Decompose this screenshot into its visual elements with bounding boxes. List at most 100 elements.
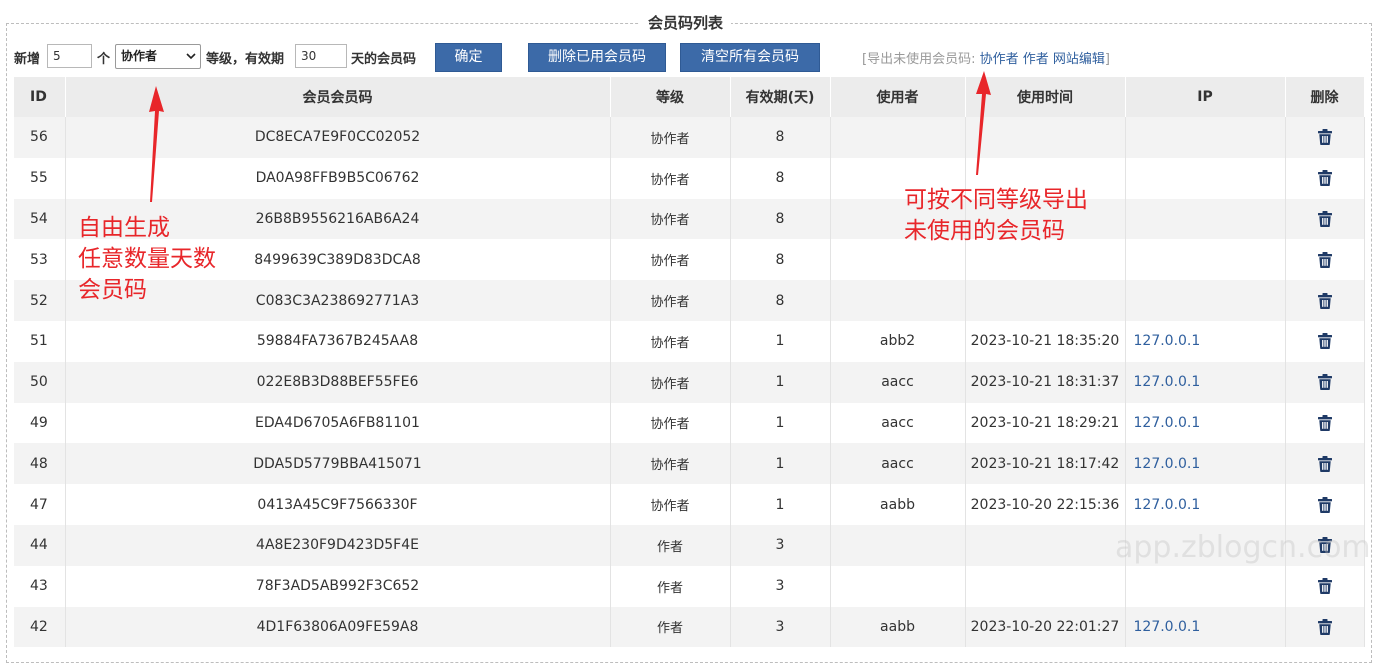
row-level: 协作者 [610, 280, 731, 321]
row-id: 52 [14, 280, 66, 321]
trash-icon[interactable] [1317, 170, 1332, 187]
level-suffix-label: 等级，有效期 [206, 52, 285, 67]
export-link-author[interactable]: 作者 [1023, 52, 1049, 67]
export-link-collaborator[interactable]: 协作者 [980, 52, 1019, 67]
table-row: 49 EDA4D6705A6FB81101 协作者 1 aacc 2023-10-21 1… [14, 402, 1365, 444]
row-code: 0413A45C9F7566330F [65, 484, 611, 525]
level-select[interactable]: 协作者 [115, 44, 201, 69]
count-input[interactable] [47, 44, 92, 68]
trash-icon[interactable] [1317, 251, 1332, 268]
row-id: 44 [14, 524, 66, 566]
row-time [965, 280, 1126, 321]
trash-icon[interactable] [1317, 618, 1332, 635]
unit-label: 个 [97, 52, 111, 67]
row-delete [1285, 484, 1365, 525]
row-id: 51 [14, 320, 66, 362]
row-level: 协作者 [610, 443, 731, 485]
row-delete [1285, 402, 1365, 444]
trash-icon[interactable] [1317, 414, 1332, 431]
trash-icon[interactable] [1317, 129, 1332, 146]
row-days: 3 [730, 565, 831, 607]
table-row: 56 DC8ECA7E9F0CC02052 协作者 8 [14, 117, 1365, 158]
export-prefix: [导出未使用会员码: [862, 52, 976, 67]
row-ip [1125, 198, 1286, 240]
trash-icon[interactable] [1317, 333, 1332, 350]
chevron-down-icon [186, 53, 196, 60]
row-ip: 127.0.0.1 [1125, 361, 1286, 403]
level-select-value: 协作者 [121, 49, 158, 63]
trash-icon[interactable] [1317, 292, 1332, 309]
row-time: 2023-10-21 18:17:42 [965, 443, 1126, 485]
table-row: 48 DDA5D5779BBA415071 协作者 1 aacc 2023-10-21 1… [14, 443, 1365, 485]
annotation-right-line: 可按不同等级导出 [904, 187, 1088, 213]
row-delete [1285, 157, 1365, 199]
annotation-right-line: 未使用的会员码 [904, 218, 1065, 244]
table-row: 47 0413A45C9F7566330F 协作者 1 aabb 2023-10-20 2… [14, 484, 1365, 525]
row-days: 1 [730, 320, 831, 362]
row-level: 作者 [610, 565, 731, 607]
row-time [965, 565, 1126, 607]
row-days: 1 [730, 484, 831, 525]
trash-icon[interactable] [1317, 210, 1332, 227]
row-days: 8 [730, 117, 831, 158]
annotation-arrow-up-icon [976, 71, 991, 175]
table-row: 52 C083C3A238692771A3 协作者 8 [14, 280, 1365, 321]
delete-used-button[interactable]: 删除已用会员码 [528, 43, 666, 72]
row-ip: 127.0.0.1 [1125, 484, 1286, 525]
row-time: 2023-10-21 18:31:37 [965, 361, 1126, 403]
annotation-left-line: 自由生成 [78, 215, 170, 241]
row-ip: 127.0.0.1 [1125, 443, 1286, 485]
row-level: 协作者 [610, 484, 731, 525]
row-ip: 127.0.0.1 [1125, 320, 1286, 362]
clear-all-button[interactable]: 清空所有会员码 [680, 43, 820, 72]
row-id: 49 [14, 402, 66, 444]
row-id: 48 [14, 443, 66, 485]
annotation-left: 自由生成 任意数量天数 会员码 [78, 213, 216, 306]
row-user: aacc [830, 402, 966, 444]
row-user: aabb [830, 606, 966, 648]
row-days: 3 [730, 524, 831, 566]
row-level: 协作者 [610, 239, 731, 281]
row-ip [1125, 565, 1286, 607]
header-user: 使用者 [830, 77, 966, 117]
add-label: 新增 [14, 52, 41, 67]
export-link-editor[interactable]: 网站编辑 [1053, 52, 1105, 67]
row-ip: 127.0.0.1 [1125, 606, 1286, 648]
row-days: 8 [730, 239, 831, 281]
row-days: 1 [730, 361, 831, 403]
trash-icon[interactable] [1317, 455, 1332, 472]
annotation-left-line: 会员码 [78, 277, 147, 303]
row-user: aacc [830, 443, 966, 485]
trash-icon[interactable] [1317, 496, 1332, 513]
row-user: aacc [830, 361, 966, 403]
row-code: DDA5D5779BBA415071 [65, 443, 611, 485]
row-code: 78F3AD5AB992F3C652 [65, 565, 611, 607]
row-user [830, 117, 966, 158]
row-id: 50 [14, 361, 66, 403]
row-level: 协作者 [610, 320, 731, 362]
row-ip [1125, 157, 1286, 199]
row-time: 2023-10-20 22:01:27 [965, 606, 1126, 648]
row-level: 作者 [610, 524, 731, 566]
row-days: 8 [730, 198, 831, 240]
days-input[interactable] [295, 44, 347, 68]
header-ip: IP [1125, 77, 1286, 117]
row-code: 4D1F63806A09FE59A8 [65, 606, 611, 648]
table-row: 50 022E8B3D88BEF55FE6 协作者 1 aacc 2023-10-21 1… [14, 361, 1365, 403]
row-user [830, 524, 966, 566]
trash-icon[interactable] [1317, 578, 1332, 595]
annotation-arrow-up-icon [149, 86, 164, 202]
trash-icon[interactable] [1317, 374, 1332, 391]
confirm-button[interactable]: 确定 [435, 43, 502, 72]
row-code: 4A8E230F9D423D5F4E [65, 524, 611, 566]
panel-title: 会员码列表 [640, 12, 732, 34]
row-delete [1285, 361, 1365, 403]
row-delete [1285, 565, 1365, 607]
row-user: abb2 [830, 320, 966, 362]
table-header-row: ID 会员会员码 等级 有效期(天) 使用者 使用时间 IP 删除 [14, 77, 1365, 117]
row-delete [1285, 280, 1365, 321]
header-days: 有效期(天) [730, 77, 831, 117]
row-level: 协作者 [610, 402, 731, 444]
row-days: 8 [730, 280, 831, 321]
row-level: 作者 [610, 606, 731, 648]
